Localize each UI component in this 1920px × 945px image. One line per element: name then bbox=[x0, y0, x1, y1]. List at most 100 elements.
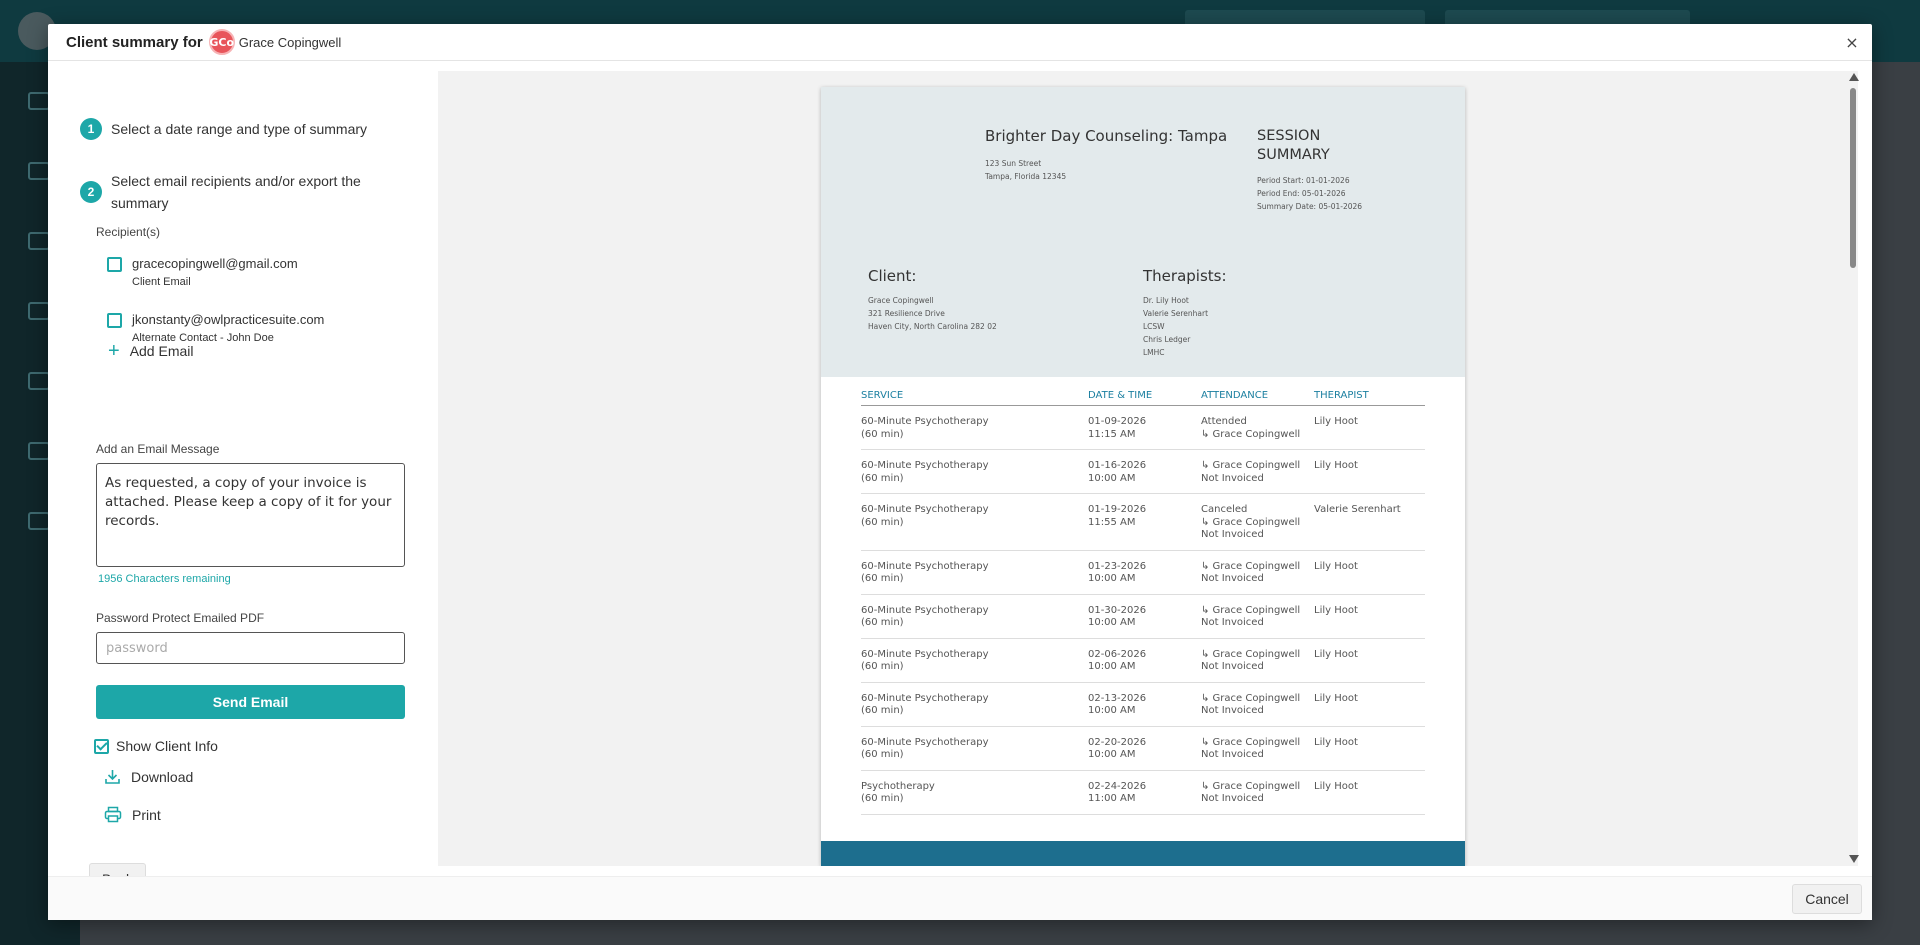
service-cell-line: (60 min) bbox=[861, 661, 904, 672]
download-button[interactable]: Download bbox=[104, 768, 193, 785]
modal-title: Client summary for bbox=[66, 33, 203, 51]
service-cell: 60-Minute Psychotherapy (60 min) bbox=[861, 561, 1088, 586]
datetime-cell-line: 02-20-2026 bbox=[1088, 736, 1147, 748]
summary-date: Summary Date: 05-01-2026 bbox=[1257, 202, 1363, 211]
datetime-cell-line: 11:00 AM bbox=[1088, 793, 1136, 804]
step-1: 1 Select a date range and type of summar… bbox=[80, 118, 367, 140]
modal-footer: Cancel bbox=[48, 876, 1872, 920]
summary-options-panel: 1 Select a date range and type of summar… bbox=[48, 61, 438, 876]
datetime-cell-line: 11:55 AM bbox=[1088, 516, 1136, 528]
attendance-cell-line: ↳ Grace Copingwell bbox=[1201, 460, 1301, 471]
scroll-up-arrow[interactable] bbox=[1849, 73, 1859, 81]
datetime-cell-line: 01-30-2026 bbox=[1088, 604, 1147, 616]
org-address-line: Tampa, Florida 12345 bbox=[985, 172, 1067, 181]
datetime-cell-line: 02-24-2026 bbox=[1088, 780, 1147, 792]
table-row: 60-Minute Psychotherapy (60 min) 01-09-202… bbox=[861, 406, 1425, 450]
therapist-cell: Lily Hoot bbox=[1314, 736, 1358, 748]
service-cell-line: 60-Minute Psychotherapy bbox=[861, 560, 989, 572]
service-cell: 60-Minute Psychotherapy (60 min) bbox=[861, 605, 1088, 630]
service-cell-line: (60 min) bbox=[861, 472, 904, 484]
nav-icon bbox=[28, 302, 50, 320]
step-text: Select a date range and type of summary bbox=[111, 121, 368, 137]
attendance-cell-line: Not Invoiced bbox=[1201, 529, 1264, 540]
client-line: Grace Copingwell bbox=[868, 296, 934, 305]
period-end: Period End: 05-01-2026 bbox=[1257, 189, 1346, 198]
recipient-checkbox[interactable] bbox=[107, 313, 122, 328]
send-email-button[interactable]: Send Email bbox=[96, 685, 405, 719]
show-client-info-toggle[interactable]: Show Client Info bbox=[94, 738, 218, 754]
attendance-cell-line: Attended bbox=[1201, 416, 1247, 427]
client-summary-modal: Client summary for GCo Grace Copingwell … bbox=[48, 24, 1872, 920]
service-cell-line: 60-Minute Psychotherapy bbox=[861, 416, 989, 427]
attendance-cell-line: ↳ Grace Copingwell bbox=[1201, 428, 1301, 440]
table-row: 60-Minute Psychotherapy (60 min) 01-30-202… bbox=[861, 595, 1425, 639]
plus-icon: + bbox=[108, 340, 120, 362]
close-icon[interactable]: × bbox=[1842, 32, 1862, 52]
step-text: Select email recipients and/or export th… bbox=[111, 173, 361, 211]
datetime-cell: 02-20-2026 10:00 AM bbox=[1088, 737, 1201, 762]
attendance-cell-line: ↳ Grace Copingwell bbox=[1201, 736, 1301, 748]
service-cell-line: 60-Minute Psychotherapy bbox=[861, 648, 989, 660]
recipient-item[interactable]: jkonstanty@owlpracticesuite.com Alternat… bbox=[107, 312, 324, 344]
printer-icon bbox=[104, 806, 122, 823]
datetime-cell-line: 01-19-2026 bbox=[1088, 504, 1147, 515]
step-number: 1 bbox=[80, 118, 102, 140]
datetime-cell-line: 11:15 AM bbox=[1088, 428, 1136, 440]
service-cell-line: Psychotherapy bbox=[861, 780, 935, 792]
table-header: SERVICE DATE & TIME ATTENDANCE THERAPIST bbox=[861, 387, 1425, 406]
email-message-textarea[interactable]: As requested, a copy of your invoice is … bbox=[96, 463, 405, 567]
attendance-cell-line: Canceled bbox=[1201, 504, 1248, 515]
table-row: 60-Minute Psychotherapy (60 min) 01-16-202… bbox=[861, 450, 1425, 494]
table-body: 60-Minute Psychotherapy (60 min) 01-09-202… bbox=[861, 406, 1425, 815]
attendance-cell-line: Not Invoiced bbox=[1201, 661, 1264, 672]
table-row: 60-Minute Psychotherapy (60 min) 02-20-202… bbox=[861, 727, 1425, 771]
service-cell-line: 60-Minute Psychotherapy bbox=[861, 736, 989, 748]
datetime-cell: 01-16-2026 10:00 AM bbox=[1088, 460, 1201, 485]
attendance-cell-line: Not Invoiced bbox=[1201, 793, 1264, 804]
characters-remaining: 1956 Characters remaining bbox=[98, 573, 231, 585]
recipient-text: gracecopingwell@gmail.com Client Email bbox=[132, 256, 298, 288]
table-row: 60-Minute Psychotherapy (60 min) 02-13-202… bbox=[861, 683, 1425, 727]
datetime-cell-line: 10:00 AM bbox=[1088, 749, 1136, 760]
service-cell: 60-Minute Psychotherapy (60 min) bbox=[861, 693, 1088, 718]
recipient-item[interactable]: gracecopingwell@gmail.com Client Email bbox=[107, 256, 298, 288]
service-cell-line: (60 min) bbox=[861, 749, 904, 760]
print-button[interactable]: Print bbox=[104, 806, 161, 823]
add-email-button[interactable]: + Add Email bbox=[108, 340, 194, 362]
back-button[interactable]: Back bbox=[89, 863, 146, 876]
recipient-email: jkonstanty@owlpracticesuite.com bbox=[132, 312, 325, 327]
column-header: DATE & TIME bbox=[1088, 390, 1153, 401]
scroll-down-arrow[interactable] bbox=[1849, 855, 1859, 863]
scrollbar-thumb[interactable] bbox=[1850, 88, 1856, 268]
client-name: Grace Copingwell bbox=[238, 34, 342, 50]
datetime-cell: 01-09-2026 11:15 AM bbox=[1088, 416, 1201, 441]
service-cell-line: 60-Minute Psychotherapy bbox=[861, 460, 989, 471]
summary-meta: Period Start: 01-01-2026 Period End: 05-… bbox=[1257, 174, 1362, 213]
recipient-type: Client Email bbox=[132, 276, 191, 288]
service-cell-line: (60 min) bbox=[861, 793, 904, 804]
therapist-line: LMHC bbox=[1143, 348, 1165, 357]
summary-preview[interactable]: Brighter Day Counseling: Tampa 123 Sun S… bbox=[438, 71, 1858, 866]
service-cell: 60-Minute Psychotherapy (60 min) bbox=[861, 416, 1088, 441]
attendance-cell-line: ↳ Grace Copingwell bbox=[1201, 648, 1301, 660]
password-input[interactable] bbox=[96, 632, 405, 664]
document-footer-bar bbox=[821, 841, 1465, 866]
service-cell-line: 60-Minute Psychotherapy bbox=[861, 604, 989, 616]
attendance-cell: ↳ Grace Copingwell Not Invoiced bbox=[1201, 693, 1314, 718]
recipients-label: Recipient(s) bbox=[96, 225, 161, 239]
show-client-info-checkbox[interactable] bbox=[94, 738, 109, 754]
column-header: ATTENDANCE bbox=[1201, 390, 1269, 401]
sessions-table: SERVICE DATE & TIME ATTENDANCE THERAPIST… bbox=[861, 387, 1425, 815]
recipient-checkbox[interactable] bbox=[107, 257, 122, 272]
service-cell-line: (60 min) bbox=[861, 428, 904, 440]
cancel-button[interactable]: Cancel bbox=[1792, 884, 1862, 914]
datetime-cell-line: 10:00 AM bbox=[1088, 705, 1136, 716]
print-label: Print bbox=[132, 806, 161, 823]
attendance-cell: ↳ Grace Copingwell Not Invoiced bbox=[1201, 737, 1314, 762]
client-heading: Client: bbox=[868, 267, 917, 285]
therapist-cell: Lily Hoot bbox=[1314, 416, 1358, 427]
table-row: 60-Minute Psychotherapy (60 min) 02-06-202… bbox=[861, 639, 1425, 683]
datetime-cell-line: 10:00 AM bbox=[1088, 472, 1136, 484]
service-cell: 60-Minute Psychotherapy (60 min) bbox=[861, 504, 1088, 542]
attendance-cell-line: ↳ Grace Copingwell bbox=[1201, 516, 1301, 528]
